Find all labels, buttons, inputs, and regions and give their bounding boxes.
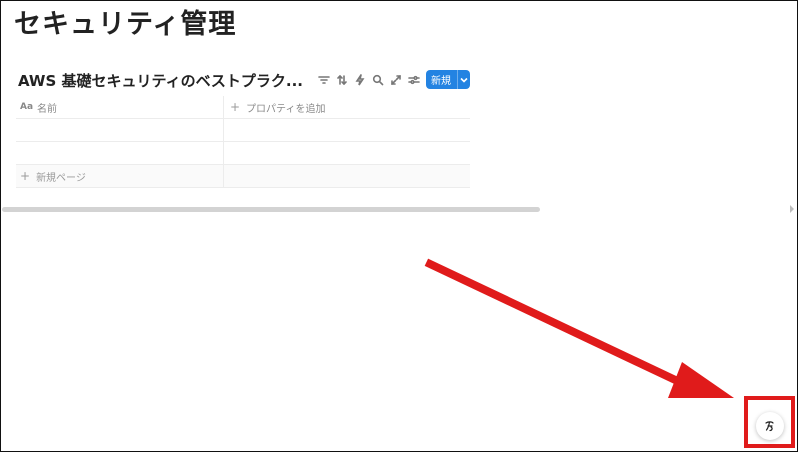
help-button[interactable]	[756, 412, 784, 440]
notion-help-icon	[765, 421, 774, 432]
annotation-arrow	[424, 258, 734, 398]
